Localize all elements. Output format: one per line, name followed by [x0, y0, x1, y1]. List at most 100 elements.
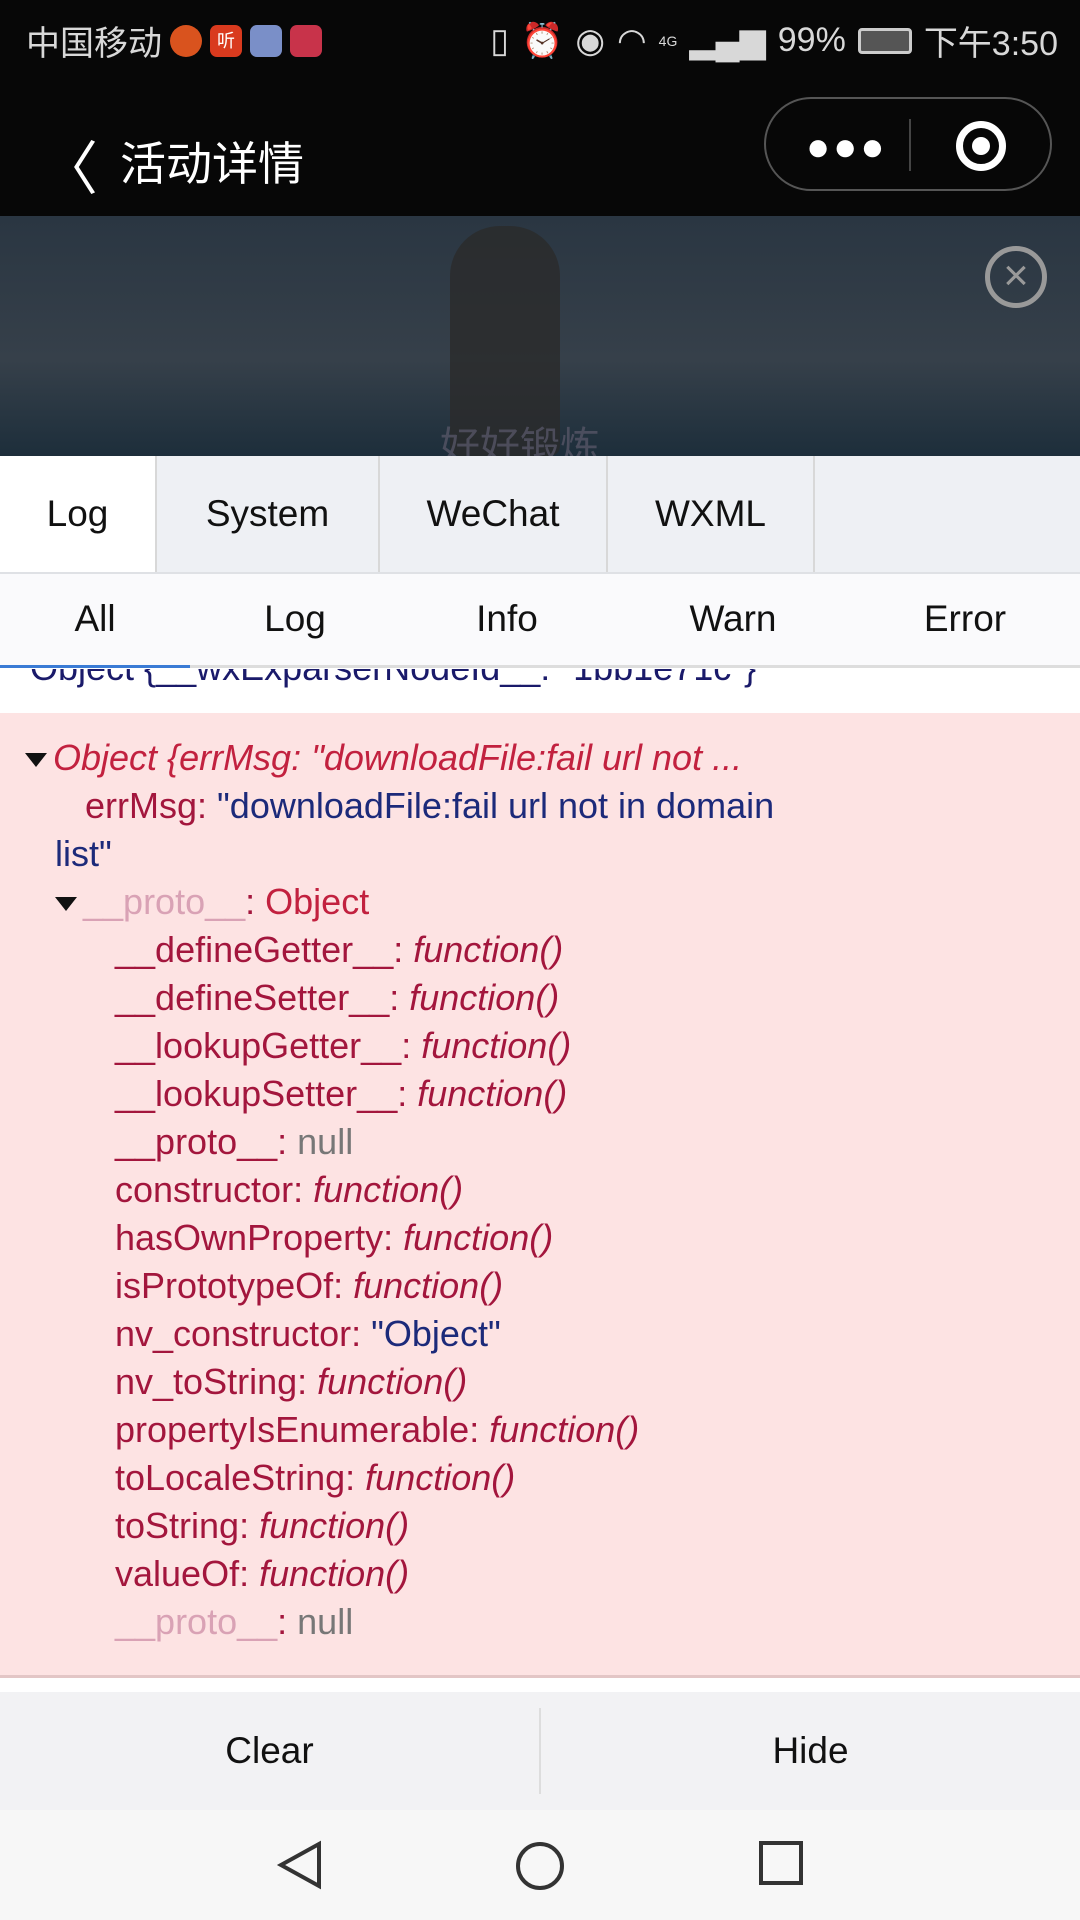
carrier-label: 中国移动: [26, 25, 162, 63]
error-log-entry: Object {errMsg: "downloadFile:fail url n…: [0, 713, 1080, 1678]
tab-wechat[interactable]: WeChat: [380, 456, 608, 572]
proto-property-row: __defineSetter__: function(): [115, 977, 560, 1018]
prop-value: function(): [403, 1217, 554, 1258]
tab-system[interactable]: System: [157, 456, 380, 572]
error-summary[interactable]: Object {errMsg: "downloadFile:fail url n…: [25, 734, 742, 782]
proto-property-row: __proto__: null: [115, 1601, 354, 1642]
prop-key: nv_constructor: [115, 1313, 352, 1354]
toutiao-icon: [170, 24, 202, 57]
recents-nav-icon[interactable]: [758, 1840, 804, 1886]
tab-log[interactable]: Log: [0, 456, 157, 572]
signal-icon: ▂▄▆: [689, 21, 766, 60]
prop-key: __lookupSetter__: [115, 1073, 398, 1114]
vconsole-tabs: Log System WeChat WXML: [0, 456, 1080, 574]
prop-value: function(): [417, 1073, 568, 1114]
prop-value: function(): [259, 1553, 410, 1594]
proto-property-row: hasOwnProperty: function(): [115, 1217, 554, 1258]
battery-icon: [857, 27, 912, 54]
proto-property-row: valueOf: function(): [115, 1553, 410, 1594]
expand-triangle-icon: [25, 753, 47, 768]
prop-key: __defineSetter__: [115, 977, 390, 1018]
prop-value: Object: [265, 881, 370, 922]
prop-value: function(): [353, 1265, 504, 1306]
close-icon[interactable]: ×: [985, 246, 1047, 308]
proto-property-row: __proto__: null: [115, 1121, 354, 1162]
filter-warn[interactable]: Warn: [689, 598, 776, 640]
prop-key: valueOf: [115, 1553, 240, 1594]
prop-value: null: [297, 1121, 354, 1162]
prop-value: function(): [489, 1409, 640, 1450]
eye-icon: ◉: [575, 21, 605, 60]
proto-property-row: toString: function(): [115, 1505, 410, 1546]
battery-percent: 99%: [777, 21, 846, 59]
prop-key: propertyIsEnumerable: [115, 1409, 470, 1450]
prop-value: function(): [365, 1457, 516, 1498]
vconsole-toolbar: Clear Hide: [0, 1692, 1080, 1810]
prop-key: errMsg: [85, 785, 198, 826]
clock: 下午3:50: [923, 25, 1058, 63]
proto-property-row: __lookupSetter__: function(): [115, 1073, 568, 1114]
vibrate-icon: ▯: [490, 21, 509, 60]
proto-row[interactable]: __proto__: Object: [55, 878, 369, 926]
prop-value: function(): [317, 1361, 468, 1402]
activity-banner: 好好锻炼 ×: [0, 216, 1080, 456]
wifi-icon: ◠: [617, 21, 647, 60]
filter-info[interactable]: Info: [476, 598, 538, 640]
prop-key: __proto__: [115, 1121, 278, 1162]
prop-value: function(): [259, 1505, 410, 1546]
proto-property-row: __defineGetter__: function(): [115, 929, 564, 970]
capsule-menu: ●●●: [764, 97, 1052, 191]
summary-text: Object {errMsg: "downloadFile:fail url n…: [53, 737, 743, 778]
prop-key: __lookupGetter__: [115, 1025, 402, 1066]
banner-text: 好好锻炼: [440, 425, 600, 456]
prop-value: function(): [421, 1025, 572, 1066]
tab-wxml[interactable]: WXML: [608, 456, 815, 572]
errmsg-row-cont: list": [55, 830, 112, 878]
log-entry[interactable]: Object {__wxExparserNodeId__: "1bb1e71c"…: [0, 669, 1080, 713]
filter-log[interactable]: Log: [264, 598, 326, 640]
alarm-icon: ⏰: [520, 21, 564, 60]
more-icon[interactable]: ●●●: [806, 125, 887, 170]
proto-property-row: __lookupGetter__: function(): [115, 1025, 572, 1066]
filter-error[interactable]: Error: [924, 598, 1006, 640]
log-entry-text: Object {__wxExparserNodeId__: "1bb1e71c"…: [30, 669, 756, 689]
prop-key: isPrototypeOf: [115, 1265, 334, 1306]
expand-triangle-icon: [55, 897, 77, 912]
prop-value: function(): [409, 977, 560, 1018]
back-nav-icon[interactable]: [275, 1840, 325, 1890]
prop-key: nv_toString: [115, 1361, 298, 1402]
close-miniprogram-icon[interactable]: [956, 121, 1006, 171]
prop-key: __proto__: [115, 1601, 278, 1642]
prop-value: function(): [413, 929, 564, 970]
log-filters: All Log Info Warn Error: [0, 574, 1080, 668]
hide-button[interactable]: Hide: [541, 1692, 1080, 1810]
prop-key: __defineGetter__: [115, 929, 394, 970]
prop-value: null: [297, 1601, 354, 1642]
prop-key: toLocaleString: [115, 1457, 346, 1498]
vmall-icon: [290, 24, 322, 57]
back-icon[interactable]: 〈: [40, 122, 98, 206]
status-bar: 中国移动 听 ▯ ⏰ ◉ ◠ 4G ▂▄▆ 99% 下午3:50: [0, 0, 1080, 100]
proto-property-row: nv_toString: function(): [115, 1361, 468, 1402]
home-nav-icon[interactable]: [514, 1840, 566, 1892]
prop-key: __proto__: [83, 881, 246, 922]
prop-value-cont: list": [55, 833, 112, 874]
prop-value: "Object": [371, 1313, 501, 1354]
proto-property-row: propertyIsEnumerable: function(): [115, 1409, 640, 1450]
errmsg-row: errMsg: "downloadFile:fail url not in do…: [85, 785, 775, 826]
proto-property-row: constructor: function(): [115, 1169, 464, 1210]
music-icon: [250, 24, 282, 57]
proto-property-row: nv_constructor: "Object": [115, 1313, 501, 1354]
clear-button[interactable]: Clear: [0, 1692, 539, 1810]
prop-key: hasOwnProperty: [115, 1217, 384, 1258]
divider: [909, 119, 911, 171]
prop-value: function(): [313, 1169, 464, 1210]
prop-value: "downloadFile:fail url not in domain: [217, 785, 775, 826]
system-nav-bar: [0, 1810, 1080, 1920]
proto-property-row: toLocaleString: function(): [115, 1457, 516, 1498]
filter-all[interactable]: All: [74, 598, 115, 640]
active-filter-indicator: [0, 665, 190, 668]
network-label: 4G: [658, 32, 678, 49]
proto-property-row: isPrototypeOf: function(): [115, 1265, 504, 1306]
listen-icon: 听: [210, 24, 242, 57]
